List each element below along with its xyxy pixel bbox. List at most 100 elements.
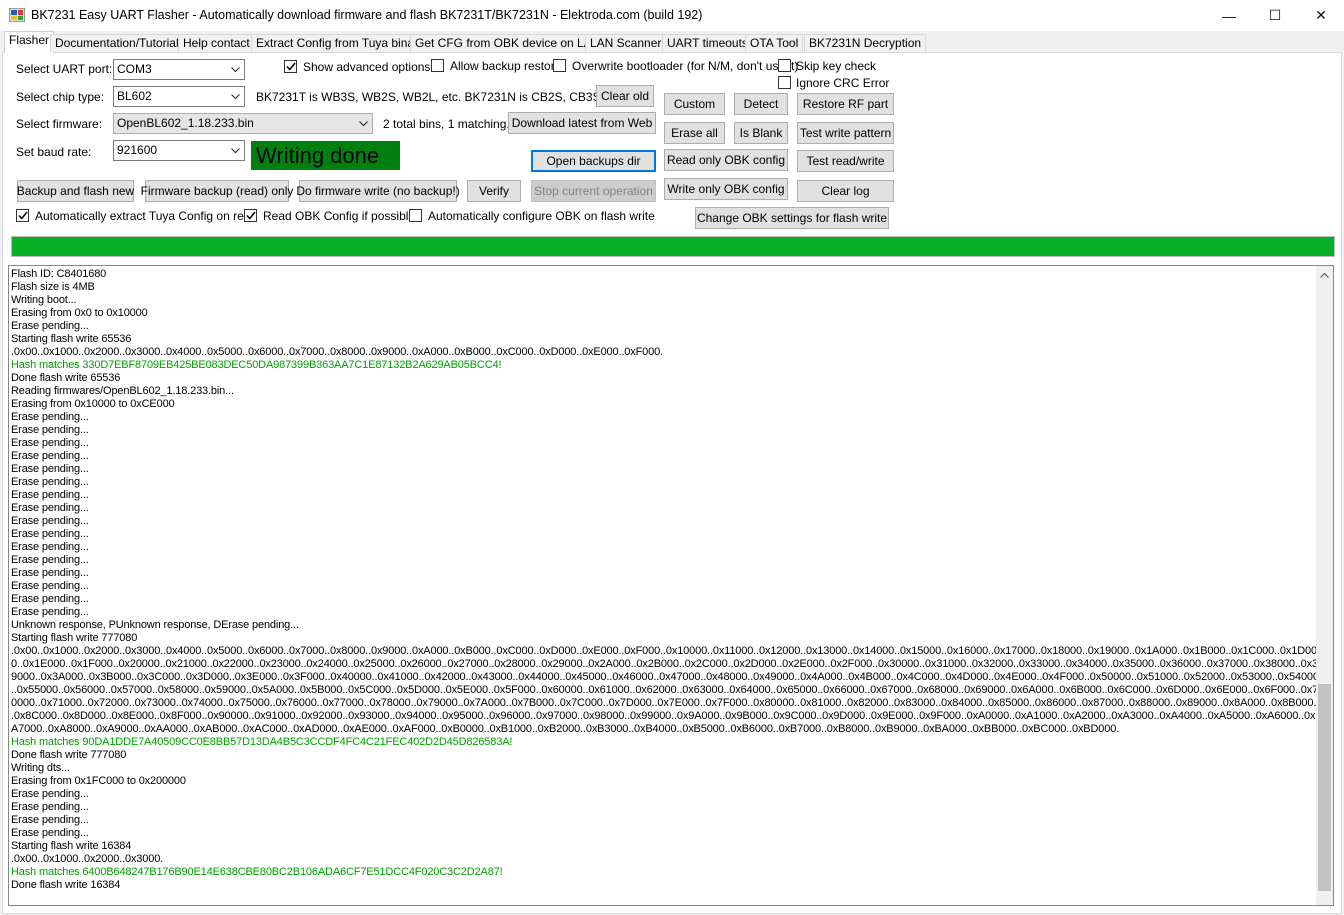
firmware-backup-button[interactable]: Firmware backup (read) only xyxy=(141,180,293,202)
tab-help-contact[interactable]: Help contact xyxy=(178,34,255,52)
write-only-obk-config-button[interactable]: Write only OBK config xyxy=(664,178,788,200)
chevron-down-icon xyxy=(229,60,241,79)
log-line: Starting flash write 65536 xyxy=(11,333,132,345)
log-line: .0x00..0x1000..0x2000..0x3000..0x4000..0… xyxy=(11,346,663,358)
download-latest-button[interactable]: Download latest from Web xyxy=(508,112,656,134)
log-line: Erase pending... xyxy=(11,489,89,501)
allow-backup-restore-checkbox[interactable] xyxy=(431,59,444,72)
log-textbox[interactable]: Flash ID: C8401680 Flash size is 4MB Writi… xyxy=(8,265,1334,906)
tab-bk7231n-decryption[interactable]: BK7231N Decryption xyxy=(804,34,927,52)
custom-button[interactable]: Custom xyxy=(664,93,725,115)
clear-log-button[interactable]: Clear log xyxy=(797,180,894,202)
allow-backup-restore-label: Allow backup restore xyxy=(450,59,562,73)
ignore-crc-checkbox[interactable] xyxy=(778,76,791,89)
app-icon xyxy=(9,8,25,22)
log-line: Reading firmwares/OpenBL602_1.18.233.bin… xyxy=(11,385,234,397)
baud-rate-label: Set baud rate: xyxy=(16,145,92,159)
maximize-button[interactable]: ☐ xyxy=(1252,0,1298,31)
minimize-icon: — xyxy=(1222,7,1236,24)
log-line: Erase pending... xyxy=(11,411,89,423)
tab-ota-tool[interactable]: OTA Tool xyxy=(745,34,804,52)
scrollbar-thumb[interactable] xyxy=(1318,684,1331,891)
log-line: Erase pending... xyxy=(11,424,89,436)
chevron-down-icon xyxy=(357,114,369,133)
chip-hint: BK7231T is WB3S, WB2S, WB2L, etc. BK7231… xyxy=(256,90,624,104)
log-line: Starting flash write 777080 xyxy=(11,632,138,644)
auto-configure-label: Automatically configure OBK on flash wri… xyxy=(428,209,655,223)
show-advanced-checkbox[interactable] xyxy=(284,60,297,73)
read-only-obk-config-button[interactable]: Read only OBK config xyxy=(664,149,788,171)
tab-flasher[interactable]: Flasher xyxy=(4,31,55,53)
log-line: Erase pending... xyxy=(11,814,89,826)
verify-button[interactable]: Verify xyxy=(467,180,521,202)
firmware-value: OpenBL602_1.18.233.bin xyxy=(117,116,254,130)
log-scrollbar[interactable] xyxy=(1316,266,1333,905)
change-obk-settings-button[interactable]: Change OBK settings for flash write xyxy=(695,207,889,229)
log-line: ..0x55000..0x56000..0x57000..0x58000..0x… xyxy=(11,684,1316,696)
log-line: 0..0x1E000..0x1F000..0x20000..0x21000..0… xyxy=(11,658,1316,670)
is-blank-button[interactable]: Is Blank xyxy=(734,122,788,144)
log-line: Hash matches 330D7EBF8709EB425BE083DEC50… xyxy=(11,359,502,371)
baud-rate-select[interactable]: 921600 xyxy=(113,140,245,161)
backup-and-flash-button[interactable]: Backup and flash new xyxy=(17,180,134,202)
firmware-write-button[interactable]: Do firmware write (no backup!) xyxy=(296,180,460,202)
skip-key-check-label: Skip key check xyxy=(796,59,877,73)
erase-all-button[interactable]: Erase all xyxy=(664,122,725,144)
tab-uart-timeouts[interactable]: UART timeouts xyxy=(662,34,753,52)
log-line: Erase pending... xyxy=(11,463,89,475)
read-obk-config-label: Read OBK Config if possible xyxy=(263,209,416,223)
auto-extract-checkbox[interactable] xyxy=(16,209,29,222)
log-line: .0x8C000..0x8D000..0x8E000..0x8F000..0x9… xyxy=(11,710,1316,722)
skip-key-check-checkbox[interactable] xyxy=(778,59,791,72)
show-advanced-label: Show advanced options xyxy=(303,60,431,74)
log-line: Erase pending... xyxy=(11,788,89,800)
log-line: Erasing from 0x0 to 0x10000 xyxy=(11,307,148,319)
auto-configure-checkbox[interactable] xyxy=(409,209,422,222)
firmware-select[interactable]: OpenBL602_1.18.233.bin xyxy=(113,113,373,134)
detect-button[interactable]: Detect xyxy=(734,93,788,115)
log-line: Erase pending... xyxy=(11,567,89,579)
log-line: Hash matches 90DA1DDE7A40509CC0E8BB57D13… xyxy=(11,736,513,748)
log-line: Flash size is 4MB xyxy=(11,281,95,293)
baud-rate-value: 921600 xyxy=(117,143,158,157)
minimize-button[interactable]: — xyxy=(1206,0,1252,31)
close-button[interactable]: ✕ xyxy=(1298,0,1344,31)
overwrite-bootloader-checkbox[interactable] xyxy=(553,59,566,72)
log-line: Erasing from 0x1FC000 to 0x200000 xyxy=(11,775,186,787)
log-line: Hash matches 6400B648247B176B90E14E638CB… xyxy=(11,866,503,878)
log-line: Erase pending... xyxy=(11,827,89,839)
log-line: Done flash write 777080 xyxy=(11,749,127,761)
log-line: Done flash write 65536 xyxy=(11,372,121,384)
log-line: Writing boot... xyxy=(11,294,77,306)
open-backups-dir-button[interactable]: Open backups dir xyxy=(531,150,656,172)
log-line: Erase pending... xyxy=(11,450,89,462)
log-line: Erase pending... xyxy=(11,801,89,813)
chip-type-select[interactable]: BL602 xyxy=(113,86,245,107)
log-line: Flash ID: C8401680 xyxy=(11,268,107,280)
checkmark-icon xyxy=(245,211,256,220)
tab-lan-scanner[interactable]: LAN Scanner xyxy=(585,34,667,52)
log-line: Erase pending... xyxy=(11,437,89,449)
close-icon: ✕ xyxy=(1315,7,1327,23)
uart-port-value: COM3 xyxy=(117,62,152,76)
ignore-crc-label: Ignore CRC Error xyxy=(796,76,890,90)
stop-operation-button[interactable]: Stop current operation xyxy=(531,180,656,202)
log-line: Erase pending... xyxy=(11,476,89,488)
uart-port-select[interactable]: COM3 xyxy=(113,59,245,80)
chevron-up-icon[interactable] xyxy=(1316,266,1333,283)
read-obk-config-checkbox[interactable] xyxy=(244,209,257,222)
clear-old-button[interactable]: Clear old xyxy=(596,85,654,107)
test-read-write-button[interactable]: Test read/write xyxy=(797,150,894,172)
test-write-pattern-button[interactable]: Test write pattern xyxy=(797,122,894,144)
tab-extract-config[interactable]: Extract Config from Tuya binary xyxy=(251,34,430,52)
log-line: Erase pending... xyxy=(11,593,89,605)
tab-get-cfg[interactable]: Get CFG from OBK device on LAN xyxy=(410,34,606,52)
log-line: Erase pending... xyxy=(11,606,89,618)
title-bar: BK7231 Easy UART Flasher - Automatically… xyxy=(0,0,1344,31)
log-line: Unknown response, PUnknown response, DEr… xyxy=(11,619,299,631)
log-line: Erase pending... xyxy=(11,580,89,592)
restore-rf-button[interactable]: Restore RF part xyxy=(797,93,894,115)
firmware-count: 2 total bins, 1 matching. xyxy=(383,117,510,131)
chip-type-label: Select chip type: xyxy=(16,90,105,104)
tab-documentation[interactable]: Documentation/Tutorials xyxy=(50,34,190,52)
